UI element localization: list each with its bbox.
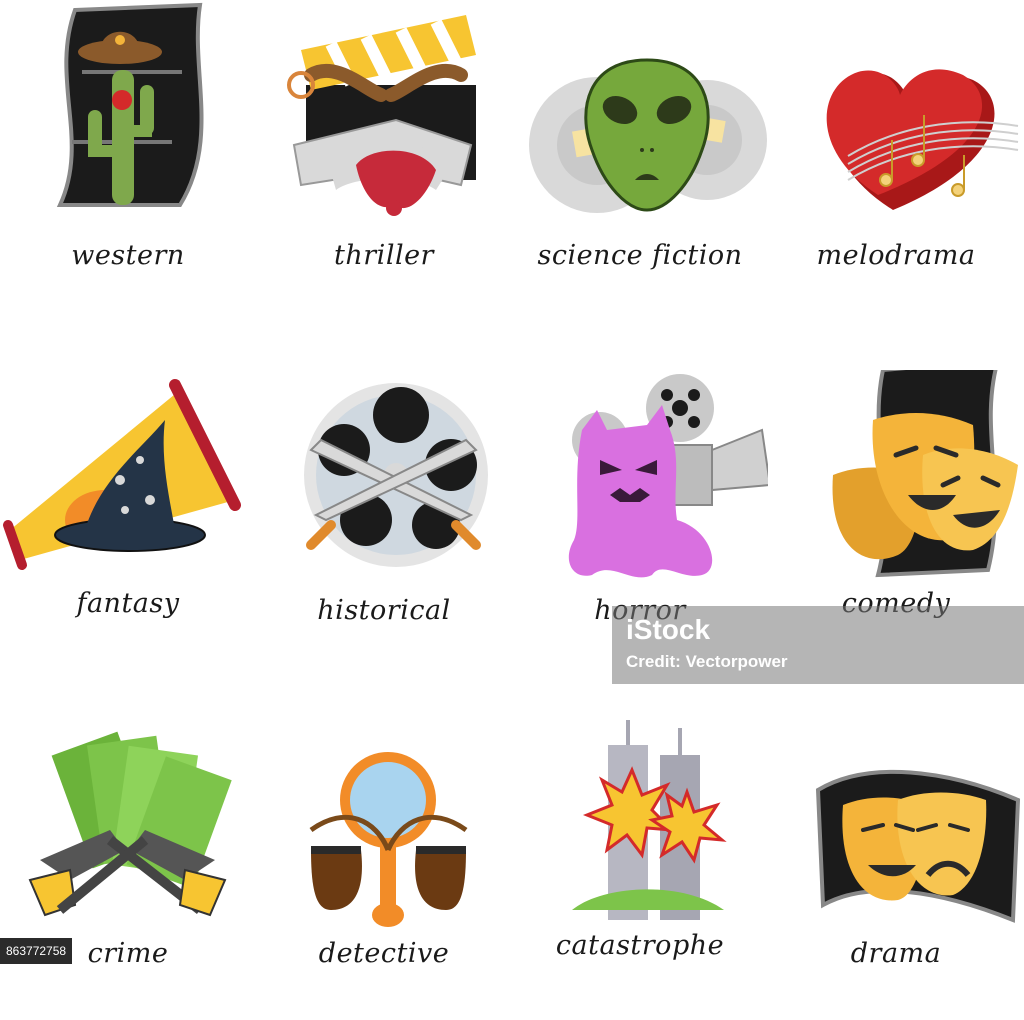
genre-tile-science-fiction: science fiction [512, 0, 768, 300]
genre-tile-crime: crime [0, 720, 256, 1020]
genre-label: thriller [334, 240, 434, 271]
genre-tile-detective: detective [256, 720, 512, 1020]
genre-label: detective [318, 938, 450, 969]
genre-tile-thriller: thriller [256, 0, 512, 300]
genre-label: melodrama [816, 240, 976, 271]
magnifier-pipes-icon [309, 752, 468, 927]
watermark-brand: iStock [626, 614, 711, 645]
money-crossed-revolvers-icon [28, 731, 232, 917]
towers-explosion-icon [572, 720, 727, 920]
genre-label: historical [317, 595, 451, 626]
drama-masks-film-icon [815, 769, 1021, 923]
watermark-credit: Credit: Vectorpower [626, 652, 788, 671]
stock-id-badge: 863772758 [0, 938, 73, 964]
comedy-masks-film-icon [832, 370, 1018, 578]
watermark-banner: iStock Credit: Vectorpower [612, 606, 1024, 684]
genre-label: fantasy [76, 588, 180, 619]
genre-tile-western: western [0, 0, 256, 300]
clapperboard-knives-icon [287, 15, 476, 216]
genre-label: science fiction [537, 240, 743, 271]
genre-label: catastrophe [555, 930, 725, 961]
megaphone-wizard-hat-icon [3, 379, 241, 570]
genre-tile-historical: historical [256, 370, 512, 670]
cactus-cowboy-hat-film-icon [56, 2, 204, 207]
genre-label: drama [850, 938, 942, 969]
genre-label: western [71, 240, 185, 271]
genre-tile-melodrama: melodrama [768, 0, 1024, 300]
alien-head-icon [529, 58, 767, 213]
film-reel-crossed-swords-icon [304, 383, 488, 567]
genre-tile-catastrophe: catastrophe [512, 720, 768, 1020]
ghost-projector-icon [568, 374, 768, 578]
genre-tile-drama: drama [768, 720, 1024, 1020]
heart-music-notes-icon [826, 69, 1019, 210]
genre-tile-fantasy: fantasy [0, 370, 256, 670]
